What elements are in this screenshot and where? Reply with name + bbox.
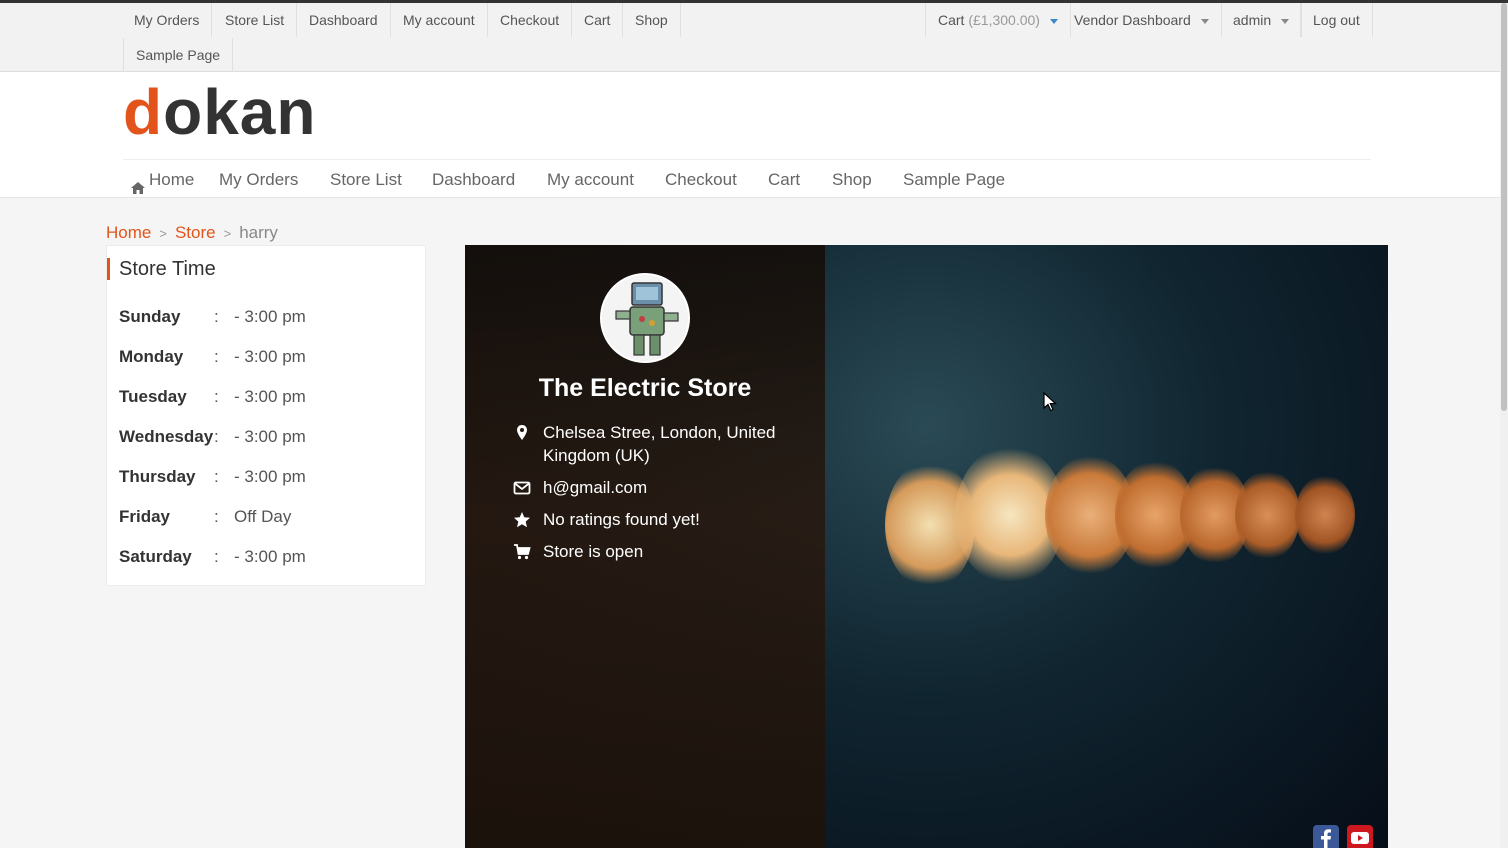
day-name: Tuesday xyxy=(119,387,187,406)
nav-item-home[interactable]: Home xyxy=(131,166,194,194)
day-colon: : xyxy=(214,427,219,446)
breadcrumb-store-link[interactable]: Store xyxy=(175,223,216,242)
nav-item-store-list[interactable]: Store List xyxy=(330,166,402,194)
robot-avatar-icon xyxy=(602,275,688,361)
day-name: Thursday xyxy=(119,467,196,486)
user-label: admin xyxy=(1233,12,1272,28)
topbar-vendor-dashboard-dropdown[interactable]: Vendor Dashboard xyxy=(1062,3,1222,37)
day-colon: : xyxy=(214,507,219,526)
topbar-cart-dropdown[interactable]: Cart (£1,300.00) xyxy=(925,3,1071,37)
day-hours: - 3:00 pm xyxy=(234,547,306,566)
nav-item-shop[interactable]: Shop xyxy=(832,166,872,194)
topbar-link-dashboard[interactable]: Dashboard xyxy=(297,3,391,37)
cart-amount: (£1,300.00) xyxy=(968,12,1040,28)
topbar-link-cart[interactable]: Cart xyxy=(572,3,624,37)
facebook-icon[interactable] xyxy=(1313,825,1339,848)
admin-top-bar: My Orders Store List Dashboard My accoun… xyxy=(0,0,1508,72)
nav-item-cart[interactable]: Cart xyxy=(768,166,800,194)
store-time-widget: Store Time Sunday : - 3:00 pm Monday : -… xyxy=(106,245,426,586)
star-icon xyxy=(513,511,531,529)
map-marker-icon xyxy=(513,424,531,442)
day-colon: : xyxy=(214,547,219,566)
store-avatar[interactable] xyxy=(600,273,690,363)
page-scrollbar-track[interactable] xyxy=(1500,3,1508,848)
vendor-dashboard-label: Vendor Dashboard xyxy=(1074,12,1191,28)
store-time-title: Store Time xyxy=(107,258,216,280)
cart-label: Cart xyxy=(938,12,965,28)
site-header: dokan Home My Orders Store List Dashboar… xyxy=(0,72,1508,198)
topbar-link-sample-page[interactable]: Sample Page xyxy=(123,38,234,72)
topbar-link-store-list[interactable]: Store List xyxy=(213,3,298,37)
nav-item-my-account[interactable]: My account xyxy=(547,166,634,194)
breadcrumb-home-link[interactable]: Home xyxy=(106,223,151,242)
topbar-user-dropdown[interactable]: admin xyxy=(1221,3,1303,37)
site-logo[interactable]: dokan xyxy=(123,76,316,148)
day-colon: : xyxy=(214,467,219,486)
breadcrumb-current: harry xyxy=(239,223,278,242)
bokeh-light xyxy=(1295,475,1355,555)
day-name: Monday xyxy=(119,347,184,366)
day-colon: : xyxy=(214,387,219,406)
topbar-link-my-account[interactable]: My account xyxy=(391,3,488,37)
nav-item-label: Home xyxy=(149,170,195,189)
day-name: Wednesday xyxy=(119,427,214,446)
nav-item-checkout[interactable]: Checkout xyxy=(665,166,737,194)
chevron-down-icon xyxy=(1200,18,1209,24)
cart-icon xyxy=(513,543,531,561)
breadcrumb: Home > Store > harry xyxy=(106,222,278,245)
topbar-logout-link[interactable]: Log out xyxy=(1300,3,1373,37)
store-status-text: Store is open xyxy=(543,542,644,561)
day-colon: : xyxy=(214,307,219,326)
day-name: Saturday xyxy=(119,547,192,566)
topbar-link-shop[interactable]: Shop xyxy=(623,3,681,37)
day-name: Friday xyxy=(119,507,171,526)
store-name: The Electric Store xyxy=(538,374,752,402)
topbar-link-checkout[interactable]: Checkout xyxy=(488,3,573,37)
store-email-link[interactable]: h@gmail.com xyxy=(543,476,783,499)
store-banner: The Electric Store Chelsea Stree, London… xyxy=(465,245,1388,848)
topbar-link-my-orders[interactable]: My Orders xyxy=(122,3,213,37)
nav-divider xyxy=(123,159,1371,160)
day-hours: - 3:00 pm xyxy=(234,467,306,486)
chevron-down-icon xyxy=(1049,18,1058,24)
day-colon: : xyxy=(214,347,219,366)
day-hours: - 3:00 pm xyxy=(234,387,306,406)
day-hours: - 3:00 pm xyxy=(234,347,306,366)
envelope-icon xyxy=(513,479,531,497)
day-name: Sunday xyxy=(119,307,181,326)
breadcrumb-separator-icon: > xyxy=(159,226,167,241)
mouse-cursor-icon xyxy=(1043,392,1057,412)
breadcrumb-separator-icon: > xyxy=(223,226,232,241)
nav-item-dashboard[interactable]: Dashboard xyxy=(432,166,515,194)
store-address-text: Chelsea Stree, London, United Kingdom (U… xyxy=(543,423,776,465)
day-hours: - 3:00 pm xyxy=(234,427,306,446)
day-hours: Off Day xyxy=(234,507,292,526)
home-icon xyxy=(131,175,145,194)
nav-item-my-orders[interactable]: My Orders xyxy=(219,166,298,194)
day-hours: - 3:00 pm xyxy=(234,307,306,326)
bokeh-light xyxy=(1235,470,1300,560)
store-info-panel: The Electric Store Chelsea Stree, London… xyxy=(465,245,825,848)
chevron-down-icon xyxy=(1281,18,1290,24)
youtube-icon[interactable] xyxy=(1347,825,1373,848)
nav-item-sample-page[interactable]: Sample Page xyxy=(903,166,1005,194)
page-scrollbar-thumb[interactable] xyxy=(1501,3,1507,411)
store-rating-text: No ratings found yet! xyxy=(543,510,700,529)
